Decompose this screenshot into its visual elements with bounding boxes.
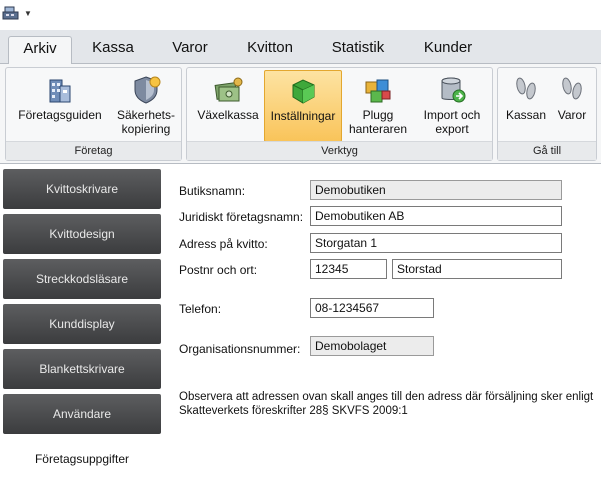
butiksnamn-field: Demobutiken [310, 180, 562, 200]
sakerhetskopiering-label-line1: Säkerhets- [116, 108, 176, 122]
address-notice-line1: Observera att adressen ovan skall anges … [179, 391, 594, 403]
footprints-icon [516, 77, 536, 100]
installningar-label: Inställningar [270, 109, 336, 123]
sidebar-item-foretagsuppgifter[interactable]: Företagsuppgifter [3, 439, 161, 479]
tab-statistik[interactable]: Statistik [320, 36, 396, 64]
group-foretag: Företagsguiden Säkerhets- kopiering Före… [5, 67, 182, 161]
adress-input[interactable]: Storgatan 1 [310, 233, 562, 253]
sakerhetskopiering-label-line2: kopiering [121, 122, 171, 136]
quick-access-toolbar: ▼ [0, 0, 601, 30]
sidebar-item-blankettskrivare[interactable]: Blankettskrivare [3, 349, 161, 389]
installningar-button[interactable]: Inställningar [264, 70, 342, 142]
sidebar-item-kvittoskrivare[interactable]: Kvittoskrivare [3, 169, 161, 209]
import-export-button[interactable]: Import och export [415, 70, 489, 142]
plugghanteraren-label-line2: hanteraren [348, 122, 408, 136]
database-icon [441, 77, 466, 103]
group-gatill-label: Gå till [498, 141, 596, 160]
juridiskt-foretagsnamn-input[interactable]: Demobutiken AB [310, 206, 562, 226]
foretagsguiden-button[interactable]: Företagsguiden [9, 70, 111, 142]
import-export-label-line2: export [435, 122, 469, 136]
plugghanteraren-button[interactable]: Plugg hanteraren [345, 70, 411, 142]
cash-register-icon[interactable] [2, 5, 20, 21]
postnr-input[interactable]: 12345 [310, 259, 387, 279]
settings-sidebar: Kvittoskrivare Kvittodesign Streckkodslä… [0, 164, 163, 481]
group-foretag-label: Företag [6, 141, 181, 160]
organisationsnummer-field: Demobolaget [310, 336, 434, 356]
building-icon [49, 79, 71, 103]
sidebar-item-streckkodslasare[interactable]: Streckkodsläsare [3, 259, 161, 299]
tab-kunder[interactable]: Kunder [412, 36, 484, 64]
goto-kassan-label: Kassan [505, 108, 547, 122]
vaxelkassa-button[interactable]: Växelkassa [193, 70, 263, 142]
company-info-panel: Butiksnamn: Demobutiken Juridiskt företa… [163, 164, 601, 481]
customize-toolbar-icon[interactable]: ▼ [24, 9, 32, 18]
adress-label: Adress på kvitto: [179, 237, 268, 251]
import-export-label-line1: Import och [423, 108, 481, 122]
money-icon [214, 77, 243, 102]
goto-varor-button[interactable]: Varor [550, 70, 594, 142]
address-notice: Observera att adressen ovan skall anges … [179, 390, 599, 418]
sidebar-item-kvittodesign[interactable]: Kvittodesign [3, 214, 161, 254]
goto-varor-label: Varor [557, 108, 587, 122]
puzzle-icon [365, 79, 391, 103]
postnr-ort-label: Postnr och ort: [179, 263, 258, 277]
organisationsnummer-label: Organisationsnummer: [179, 342, 301, 356]
telefon-input[interactable]: 08-1234567 [310, 298, 434, 318]
vaxelkassa-label: Växelkassa [197, 108, 259, 122]
group-gatill: Kassan Varor Gå till [497, 67, 597, 161]
tab-arkiv[interactable]: Arkiv [8, 36, 72, 65]
ort-input[interactable]: Storstad [392, 259, 562, 279]
group-verktyg-label: Verktyg [187, 141, 492, 160]
footprints-icon [562, 77, 582, 100]
goto-kassan-button[interactable]: Kassan [502, 70, 550, 142]
tab-varor[interactable]: Varor [160, 36, 220, 64]
group-verktyg: Växelkassa Inställningar Plugg hanterare… [186, 67, 493, 161]
settings-box-icon [292, 79, 315, 104]
sakerhetskopiering-button[interactable]: Säkerhets- kopiering [114, 70, 178, 142]
plugghanteraren-label-line1: Plugg [362, 108, 394, 122]
tab-kvitton[interactable]: Kvitton [236, 36, 304, 64]
ribbon-tabs: Arkiv Kassa Varor Kvitton Statistik Kund… [0, 30, 601, 65]
shield-icon [134, 76, 161, 104]
foretagsguiden-label: Företagsguiden [18, 108, 102, 122]
sidebar-item-kunddisplay[interactable]: Kunddisplay [3, 304, 161, 344]
ribbon: Företagsguiden Säkerhets- kopiering Före… [0, 64, 601, 164]
juridiskt-foretagsnamn-label: Juridiskt företagsnamn: [179, 210, 304, 224]
address-notice-line2: Skatteverkets föreskrifter 28§ SKVFS 200… [179, 405, 408, 417]
tab-kassa[interactable]: Kassa [82, 36, 144, 64]
telefon-label: Telefon: [179, 302, 222, 316]
butiksnamn-label: Butiksnamn: [179, 184, 246, 198]
sidebar-item-anvandare[interactable]: Användare [3, 394, 161, 434]
